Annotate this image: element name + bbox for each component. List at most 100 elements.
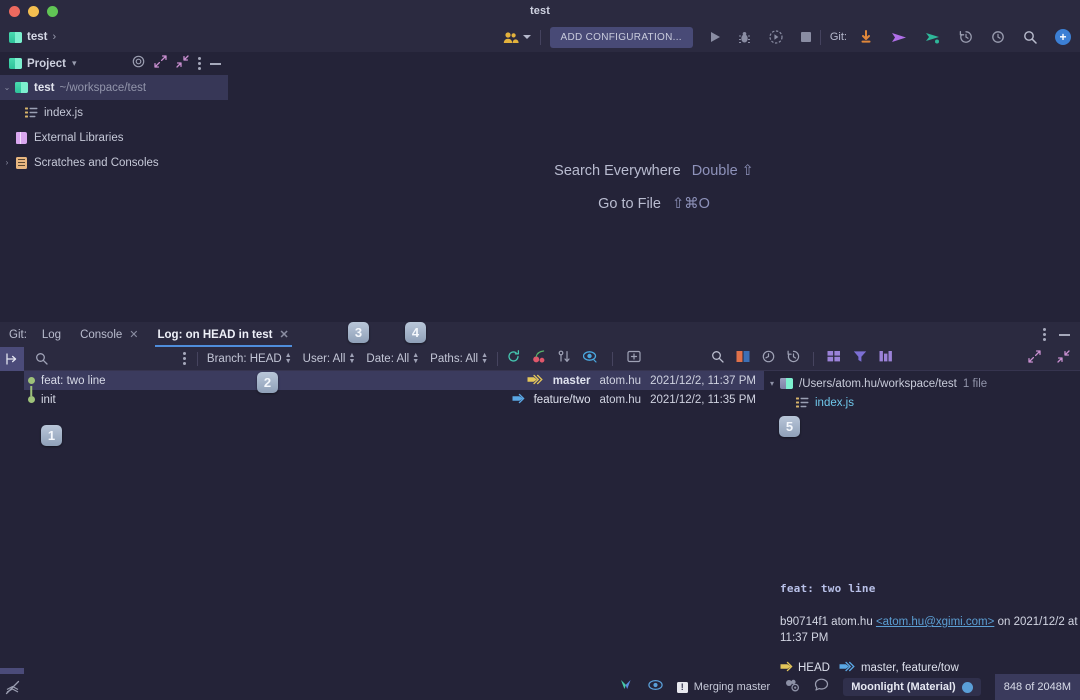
breadcrumb-project[interactable]: test xyxy=(27,31,47,43)
branches-icon[interactable] xyxy=(925,26,941,48)
commit-date: 2021/12/2, 11:35 PM xyxy=(650,393,756,406)
warning-icon[interactable]: ! xyxy=(676,681,688,693)
refresh-icon[interactable] xyxy=(507,349,520,368)
changed-files-root[interactable]: ▾ /Users/atom.hu/workspace/test 1 file xyxy=(765,374,1080,393)
commit-detail-author: atom.hu xyxy=(831,616,873,628)
sort-icon[interactable] xyxy=(558,350,571,368)
filter-paths[interactable]: Paths: All ▲ ▼ xyxy=(430,351,489,365)
filter-kebab-icon[interactable] xyxy=(182,352,186,365)
filter-user[interactable]: User: All ▲ ▼ xyxy=(303,352,356,365)
show-details-icon[interactable] xyxy=(582,350,598,368)
commit-detail-refs: HEAD master, feature/tow xyxy=(780,661,1080,675)
push-icon[interactable] xyxy=(891,26,907,48)
git-window-title: Git: xyxy=(9,328,27,341)
people-icon[interactable] xyxy=(503,26,519,48)
tag-icon xyxy=(512,393,525,407)
run-with-coverage-icon[interactable] xyxy=(769,26,783,48)
git-label: Git: xyxy=(829,31,847,43)
people-dropdown-icon[interactable] xyxy=(522,26,531,48)
twisty-icon[interactable]: ▾ xyxy=(765,379,779,388)
search-icon[interactable] xyxy=(711,350,724,368)
head-label: HEAD xyxy=(798,662,830,674)
branches-toggle-icon[interactable] xyxy=(0,346,24,371)
balloon-icon[interactable] xyxy=(814,678,829,697)
log-right-icons xyxy=(711,350,893,368)
status-bar: ! Merging master Moonlight (Material) 84… xyxy=(0,674,1080,700)
chevron-updown-icon: ▲ ▼ xyxy=(284,351,292,365)
tab-log[interactable]: Log xyxy=(42,322,61,347)
navigation-bar: test › ADD CONFIGURATION... Git: + xyxy=(0,22,1080,52)
expand-icon[interactable] xyxy=(154,54,167,73)
theme-switcher[interactable]: Moonlight (Material) xyxy=(843,678,981,696)
commit-author: atom.hu xyxy=(599,393,642,406)
tree-item-scratches[interactable]: › Scratches and Consoles xyxy=(0,150,228,175)
new-branch-icon[interactable] xyxy=(627,350,641,368)
theme-name: Moonlight (Material) xyxy=(851,681,956,693)
title-bar: test xyxy=(0,0,1080,22)
grid-icon[interactable] xyxy=(827,350,841,368)
stop-icon[interactable] xyxy=(800,26,811,48)
tree-item-path: ~/workspace/test xyxy=(59,81,147,94)
hide-icon[interactable] xyxy=(210,62,221,65)
columns-icon[interactable] xyxy=(879,350,893,368)
tag-icon xyxy=(780,661,793,675)
commit-row[interactable]: init feature/two atom.hu 2021/12/2, 11:3… xyxy=(24,390,764,409)
filter-date[interactable]: Date: All ▲ ▼ xyxy=(366,352,419,365)
tab-log-on-head[interactable]: Log: on HEAD in test ✕ xyxy=(154,322,292,347)
tree-item-external-libraries[interactable]: External Libraries xyxy=(0,125,228,150)
revert-icon[interactable] xyxy=(762,350,775,368)
tree-item-test[interactable]: ⌄ test ~/workspace/test xyxy=(0,75,228,100)
add-configuration-button[interactable]: ADD CONFIGURATION... xyxy=(549,26,693,48)
chevron-down-icon[interactable]: ▾ xyxy=(72,58,77,69)
vcs-icon[interactable] xyxy=(620,678,634,697)
commit-author: atom.hu xyxy=(599,374,642,387)
commit-row[interactable]: feat: two line master atom.hu 2021/12/2,… xyxy=(24,371,764,396)
annotation-badge-2: 2 xyxy=(257,372,278,393)
project-panel-title[interactable]: Project xyxy=(27,58,66,70)
folder-icon xyxy=(779,378,793,389)
rollback-icon[interactable] xyxy=(991,26,1005,48)
compare-icon[interactable] xyxy=(736,350,750,368)
commit-detail-email[interactable]: <atom.hu@xgimi.com> xyxy=(876,616,994,628)
close-icon[interactable]: ✕ xyxy=(129,328,138,341)
update-project-icon[interactable] xyxy=(859,26,873,48)
kebab-icon[interactable] xyxy=(198,57,201,70)
debug-icon[interactable] xyxy=(738,26,751,48)
memory-indicator[interactable]: 848 of 2048M xyxy=(994,674,1080,700)
eye-icon[interactable] xyxy=(648,678,663,696)
gear-icon[interactable] xyxy=(784,678,800,697)
kebab-icon[interactable] xyxy=(1043,328,1046,341)
account-icon[interactable]: + xyxy=(1055,29,1071,45)
collapse-icon[interactable] xyxy=(1057,349,1070,368)
target-icon[interactable] xyxy=(132,55,145,73)
cherry-pick-icon[interactable] xyxy=(532,349,546,368)
chevron-updown-icon: ▲ ▼ xyxy=(481,351,489,365)
filter-icon[interactable] xyxy=(853,350,867,368)
collapse-icon[interactable] xyxy=(176,54,189,73)
notifications-icon[interactable] xyxy=(0,680,24,695)
project-folder-icon xyxy=(9,58,22,69)
breadcrumb[interactable]: test › xyxy=(9,31,56,43)
merge-status-text: Merging master xyxy=(693,681,771,693)
filter-branch[interactable]: Branch: HEAD ▲ ▼ xyxy=(207,351,292,365)
window-title: test xyxy=(530,5,550,17)
annotation-badge-3: 3 xyxy=(348,322,369,343)
tab-console[interactable]: Console ✕ xyxy=(80,322,138,347)
changed-file-item[interactable]: index.js xyxy=(765,393,1080,412)
main-toolbar: ADD CONFIGURATION... Git: + xyxy=(503,26,1080,48)
history-icon[interactable] xyxy=(787,350,800,368)
hide-icon[interactable] xyxy=(1059,333,1070,336)
hint-action: Go to File xyxy=(598,195,661,212)
project-panel-header: Project ▾ xyxy=(0,52,228,75)
expand-icon[interactable] xyxy=(1028,349,1041,368)
close-icon[interactable]: ✕ xyxy=(280,328,289,341)
search-icon[interactable] xyxy=(1023,26,1037,48)
graph-node-icon xyxy=(24,377,38,396)
twisty-icon[interactable]: ⌄ xyxy=(0,83,14,92)
tree-item-index-js[interactable]: index.js xyxy=(0,100,228,125)
history-icon[interactable] xyxy=(959,26,973,48)
run-icon[interactable] xyxy=(710,26,720,48)
log-search-icon[interactable] xyxy=(35,352,48,365)
js-file-icon xyxy=(795,397,809,408)
twisty-icon[interactable]: › xyxy=(0,158,14,167)
